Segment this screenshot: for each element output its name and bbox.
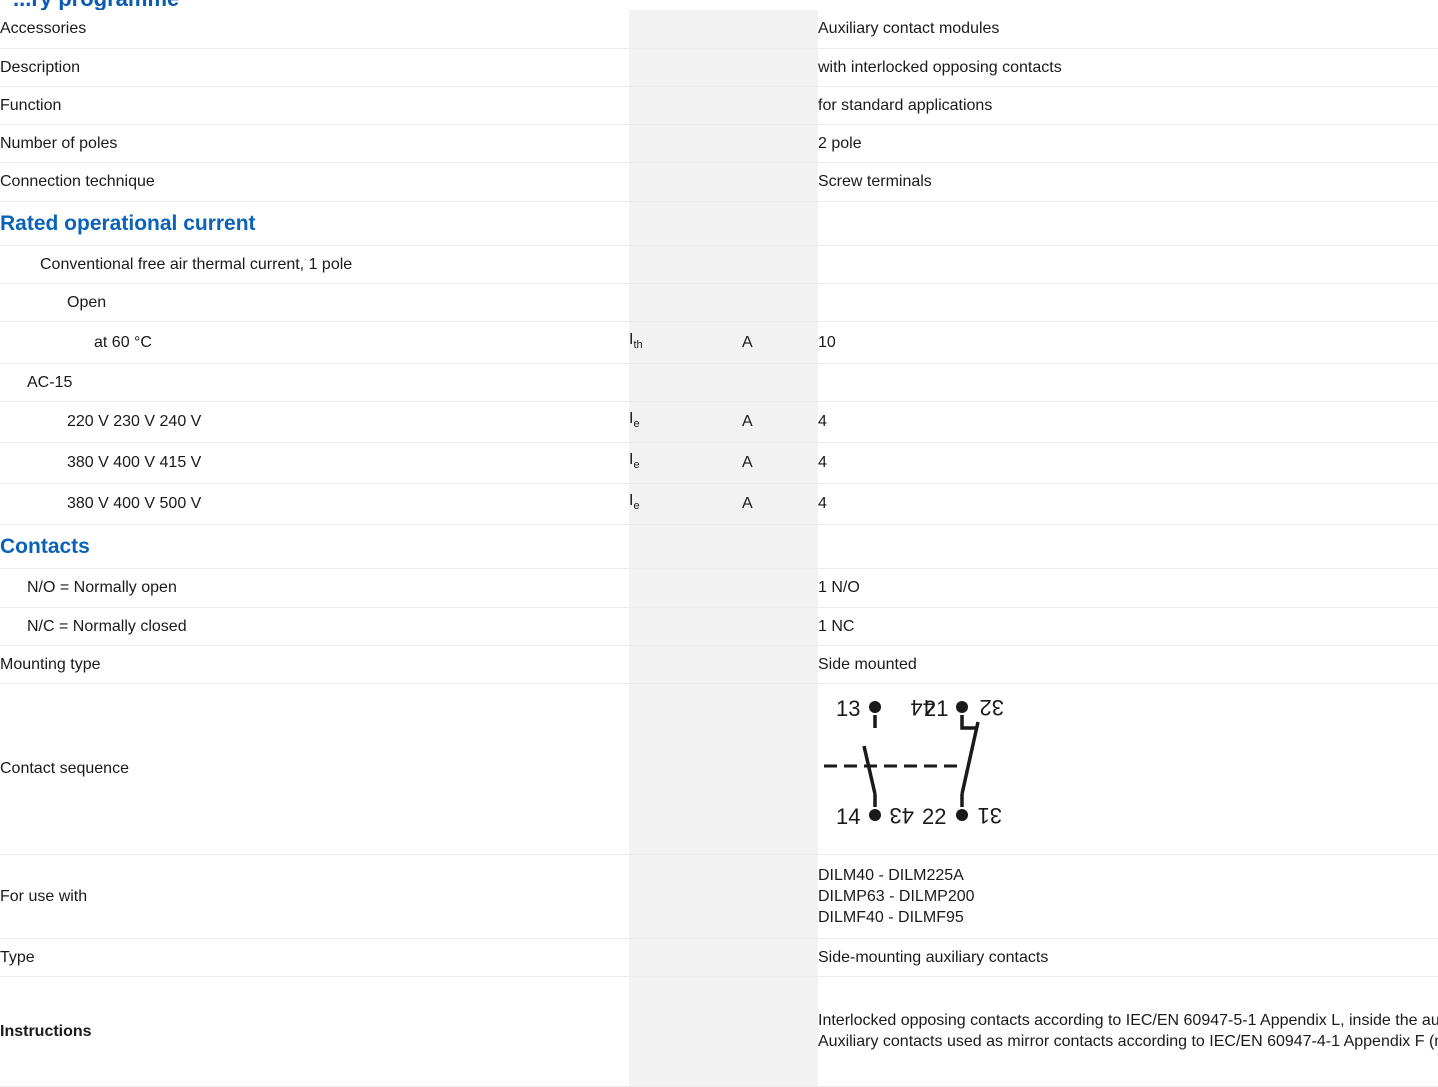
compat-line: DILM40 - DILM225A (818, 866, 964, 884)
unit-cell: A (742, 401, 818, 443)
terminal-43: 43 (890, 803, 914, 828)
terminal-dot-13 (869, 700, 881, 713)
nc-contact-blade (960, 721, 980, 794)
row-value: Interlocked opposing contacts according … (818, 976, 1438, 1087)
section-header-contacts: Contacts (0, 524, 1438, 569)
spec-row-connection: Connection technique Screw terminals (0, 162, 1438, 202)
contact-diagram-svg: 13 44 21 32 14 43 22 31 (824, 695, 1004, 829)
symbol-cell: Ith (629, 321, 742, 364)
contact-sequence-diagram: 13 44 21 32 14 43 22 31 (818, 683, 1438, 855)
spec-row-ac15-415: 380 V 400 V 415 V Ie A 4 (0, 442, 1438, 484)
symbol-cell: Ie (629, 483, 742, 525)
terminal-32: 32 (980, 695, 1004, 720)
instruction-line-2: Auxiliary contacts used as mirror contac… (818, 1033, 1438, 1050)
partial-page-heading: ...ry programme (0, 0, 1438, 10)
spec-row-instructions: Instructions Interlocked opposing contac… (0, 976, 1438, 1087)
terminal-13: 13 (836, 696, 860, 721)
row-label: Description (0, 48, 629, 87)
symbol-cell: Ie (629, 401, 742, 443)
row-label: 380 V 400 V 415 V (0, 442, 629, 484)
row-value: Screw terminals (818, 162, 1438, 202)
spec-row-type: Type Side-mounting auxiliary contacts (0, 938, 1438, 977)
row-label: Number of poles (0, 124, 629, 163)
compat-line: DILMF40 - DILMF95 (818, 908, 964, 926)
row-value: 10 (818, 321, 1438, 364)
spec-row-ac15-500: 380 V 400 V 500 V Ie A 4 (0, 483, 1438, 525)
spec-row-mounting: Mounting type Side mounted (0, 645, 1438, 684)
row-value: 4 (818, 401, 1438, 443)
symbol-cell: Ie (629, 442, 742, 484)
spec-row-contact-sequence: Contact sequence 13 44 21 32 14 43 22 31 (0, 683, 1438, 855)
row-label: N/O = Normally open (0, 568, 629, 608)
row-value: Side mounted (818, 645, 1438, 684)
spec-row-conventional: Conventional free air thermal current, 1… (0, 245, 1438, 284)
row-value: for standard applications (818, 86, 1438, 125)
row-label: N/C = Normally closed (0, 607, 629, 646)
terminal-22: 22 (922, 804, 946, 829)
row-value: 1 N/O (818, 568, 1438, 608)
row-label: Type (0, 938, 629, 977)
spec-row-for-use-with: For use with DILM40 - DILM225A DILMP63 -… (0, 854, 1438, 939)
row-label: Function (0, 86, 629, 125)
row-label: Mounting type (0, 645, 629, 684)
spec-row-poles: Number of poles 2 pole (0, 124, 1438, 163)
row-value: 1 NC (818, 607, 1438, 646)
no-contact-blade (862, 745, 877, 794)
row-label: Conventional free air thermal current, 1… (0, 245, 629, 284)
unit-cell: A (742, 483, 818, 525)
compat-line: DILMP63 - DILMP200 (818, 887, 975, 905)
section-header-current: Rated operational current (0, 201, 1438, 246)
section-title: Contacts (0, 524, 629, 569)
terminal-dot-22 (956, 808, 968, 821)
row-label: 380 V 400 V 500 V (0, 483, 629, 525)
unit-cell: A (742, 442, 818, 484)
terminal-21: 21 (924, 696, 948, 721)
spec-table: Accessories Auxiliary contact modules De… (0, 10, 1438, 1087)
spec-row-open: Open (0, 283, 1438, 322)
row-value: 4 (818, 442, 1438, 484)
row-value: 2 pole (818, 124, 1438, 163)
spec-row-description: Description with interlocked opposing co… (0, 48, 1438, 87)
row-value: with interlocked opposing contacts (818, 48, 1438, 87)
terminal-dot-14 (869, 808, 881, 821)
spec-row-at60: at 60 °C Ith A 10 (0, 321, 1438, 364)
section-title: Rated operational current (0, 201, 629, 246)
row-label: at 60 °C (0, 321, 629, 364)
terminal-31: 31 (978, 803, 1002, 828)
spec-row-accessories: Accessories Auxiliary contact modules (0, 10, 1438, 49)
page-heading-text: ...ry programme (13, 0, 179, 10)
row-value: Side-mounting auxiliary contacts (818, 938, 1438, 977)
instruction-line-1: Interlocked opposing contacts according … (818, 1012, 1438, 1029)
row-value: Auxiliary contact modules (818, 10, 1438, 49)
row-label: AC-15 (0, 363, 629, 402)
spec-row-function: Function for standard applications (0, 86, 1438, 125)
unit-cell: A (742, 321, 818, 364)
row-label: Connection technique (0, 162, 629, 202)
terminal-14: 14 (836, 804, 860, 829)
spec-row-ac15-240: 220 V 230 V 240 V Ie A 4 (0, 401, 1438, 443)
spec-row-ac15: AC-15 (0, 363, 1438, 402)
row-label: Contact sequence (0, 683, 629, 855)
spec-row-nc: N/C = Normally closed 1 NC (0, 607, 1438, 646)
terminal-dot-21 (956, 700, 968, 713)
row-label: Open (0, 283, 629, 322)
row-label: Accessories (0, 10, 629, 49)
row-label: Instructions (0, 976, 629, 1087)
row-label: For use with (0, 854, 629, 939)
spec-row-no: N/O = Normally open 1 N/O (0, 568, 1438, 608)
row-value: DILM40 - DILM225A DILMP63 - DILMP200 DIL… (818, 854, 1438, 939)
row-value: 4 (818, 483, 1438, 525)
row-label: 220 V 230 V 240 V (0, 401, 629, 443)
